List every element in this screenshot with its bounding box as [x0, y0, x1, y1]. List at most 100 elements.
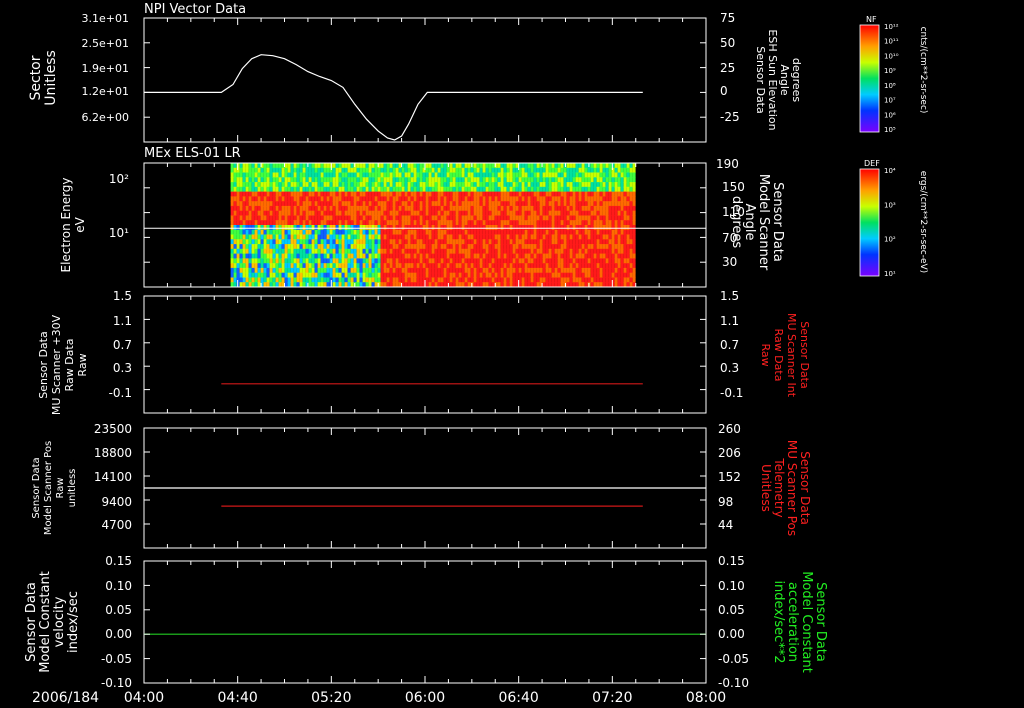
- spectrogram-cell: [251, 201, 255, 207]
- spectrogram-cell: [317, 210, 321, 216]
- spectrogram-cell: [476, 225, 480, 231]
- spectrogram-cell: [617, 191, 621, 197]
- spectrogram-cell: [365, 172, 369, 178]
- spectrogram-cell: [593, 253, 597, 259]
- spectrogram-cell: [467, 205, 471, 212]
- spectrogram-cell: [317, 177, 321, 183]
- spectrogram-cell: [464, 229, 468, 236]
- spectrogram-cell: [608, 253, 612, 259]
- spectrogram-cell: [614, 201, 618, 207]
- spectrogram-cell: [467, 244, 471, 250]
- spectrogram-cell: [530, 244, 534, 250]
- spectrogram-cell: [521, 272, 525, 278]
- spectrogram-cell: [383, 220, 387, 226]
- spectrogram-cell: [425, 248, 429, 255]
- spectrogram-cell: [299, 272, 303, 278]
- spectrogram-cell: [461, 167, 465, 174]
- spectrogram-cell: [401, 172, 405, 178]
- spectrogram-cell: [584, 205, 588, 212]
- spectrogram-cell: [503, 205, 507, 212]
- spectrogram-cell: [236, 234, 240, 240]
- spectrogram-cell: [317, 191, 321, 197]
- spectrogram-cell: [464, 225, 468, 231]
- spectrogram-cell: [536, 182, 540, 188]
- spectrogram-cell: [560, 191, 564, 197]
- spectrogram-cell: [452, 272, 456, 278]
- spectrogram-cell: [281, 177, 285, 183]
- spectrogram-cell: [278, 263, 282, 269]
- spectrogram-cell: [623, 172, 627, 178]
- spectrogram-cell: [569, 248, 573, 255]
- spectrogram-cell: [539, 253, 543, 259]
- spectrogram-cell: [485, 172, 489, 178]
- spectrogram-cell: [482, 272, 486, 278]
- spectrogram-cell: [503, 182, 507, 188]
- spectrogram-cell: [581, 225, 585, 231]
- spectrogram-cell: [533, 272, 537, 278]
- panel1-series: [144, 54, 643, 141]
- spectrogram-cell: [398, 267, 402, 274]
- spectrogram-cell: [473, 177, 477, 183]
- spectrogram-cell: [272, 163, 276, 169]
- spectrogram-cell: [317, 248, 321, 255]
- spectrogram-cell: [491, 248, 495, 255]
- spectrogram-cell: [326, 186, 330, 193]
- spectrogram-cell: [233, 263, 237, 269]
- spectrogram-cell: [494, 248, 498, 255]
- spectrogram-cell: [269, 272, 273, 278]
- spectrogram-cell: [290, 248, 294, 255]
- spectrogram-cell: [482, 210, 486, 216]
- spectrogram-cell: [392, 163, 396, 169]
- spectrogram-cell: [494, 210, 498, 216]
- spectrogram-cell: [290, 267, 294, 274]
- spectrogram-cell: [434, 172, 438, 178]
- spectrogram-cell: [248, 253, 252, 259]
- spectrogram-cell: [371, 191, 375, 197]
- spectrogram-cell: [569, 205, 573, 212]
- spectrogram-cell: [443, 277, 447, 283]
- spectrogram-cell: [620, 205, 624, 212]
- spectrogram-cell: [422, 172, 426, 178]
- spectrogram-cell: [551, 267, 555, 274]
- spectrogram-cell: [425, 267, 429, 274]
- spectrogram-cell: [521, 248, 525, 255]
- spectrogram-cell: [239, 277, 243, 283]
- spectrogram-cell: [269, 267, 273, 274]
- spectrogram-cell: [524, 229, 528, 236]
- spectrogram-cell: [434, 215, 438, 221]
- spectrogram-cell: [437, 163, 441, 169]
- spectrogram-cell: [413, 267, 417, 274]
- spectrogram-cell: [596, 272, 600, 278]
- spectrogram-cell: [488, 258, 492, 264]
- spectrogram-cell: [257, 229, 261, 236]
- spectrogram-cell: [602, 263, 606, 269]
- spectrogram-cell: [230, 163, 234, 169]
- spectrogram-cell: [623, 234, 627, 240]
- spectrogram-cell: [380, 172, 384, 178]
- spectrogram-cell: [362, 210, 366, 216]
- spectrogram-cell: [611, 229, 615, 236]
- spectrogram-cell: [407, 177, 411, 183]
- spectrogram-cell: [527, 225, 531, 231]
- spectrogram-cell: [536, 253, 540, 259]
- spectrogram-cell: [383, 201, 387, 207]
- spectrogram-cell: [536, 186, 540, 193]
- spectrogram-cell: [362, 244, 366, 250]
- spectrogram-cell: [344, 196, 348, 202]
- spectrogram-cell: [446, 244, 450, 250]
- spectrogram-cell: [380, 177, 384, 183]
- spectrogram-cell: [278, 229, 282, 236]
- spectrogram-cell: [491, 196, 495, 202]
- spectrogram-cell: [377, 182, 381, 188]
- spectrogram-cell: [341, 205, 345, 212]
- spectrogram-cell: [452, 172, 456, 178]
- spectrogram-cell: [263, 220, 267, 226]
- spectrogram-cell: [392, 229, 396, 236]
- spectrogram-cell: [554, 191, 558, 197]
- spectrogram-cell: [467, 267, 471, 274]
- spectrogram-cell: [260, 201, 264, 207]
- spectrogram-cell: [584, 244, 588, 250]
- spectrogram-cell: [485, 215, 489, 221]
- spectrogram-cell: [632, 196, 636, 202]
- spectrogram-cell: [332, 277, 336, 283]
